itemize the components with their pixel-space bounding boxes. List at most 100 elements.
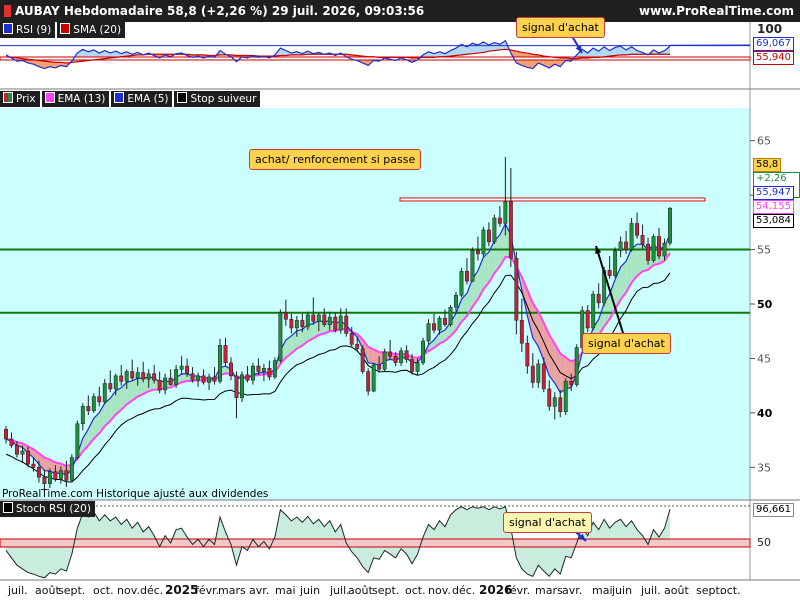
candle-body[interactable]: [585, 310, 590, 329]
candle-body[interactable]: [47, 471, 52, 484]
candle-body[interactable]: [135, 372, 140, 379]
candle-body[interactable]: [124, 371, 129, 382]
candle-body[interactable]: [454, 295, 458, 308]
candle-body[interactable]: [574, 347, 579, 385]
candle-body[interactable]: [657, 236, 661, 257]
candle-body[interactable]: [377, 364, 382, 370]
candle-body[interactable]: [333, 316, 338, 331]
candle-body[interactable]: [432, 323, 436, 331]
candle-body[interactable]: [201, 375, 206, 383]
candle-body[interactable]: [300, 320, 305, 328]
legend-price[interactable]: Prix: [0, 91, 40, 107]
candle-body[interactable]: [525, 342, 530, 367]
legend-sma[interactable]: SMA (20): [57, 22, 126, 38]
candle-body[interactable]: [563, 381, 568, 413]
candle-body[interactable]: [349, 333, 354, 345]
candle-body[interactable]: [322, 314, 327, 325]
candle-body[interactable]: [75, 423, 80, 458]
candle-body[interactable]: [371, 364, 376, 392]
candle-body[interactable]: [624, 241, 629, 250]
candle-body[interactable]: [393, 356, 398, 364]
candle-body[interactable]: [185, 365, 190, 374]
candle-body[interactable]: [261, 367, 266, 372]
candle-body[interactable]: [541, 363, 546, 390]
candle-body[interactable]: [250, 365, 255, 381]
candle-body[interactable]: [146, 373, 151, 380]
candle-body[interactable]: [629, 223, 634, 250]
callout-price-signal[interactable]: signal d'achat: [582, 333, 671, 354]
resistance-line[interactable]: [399, 197, 706, 202]
candle-body[interactable]: [470, 250, 475, 282]
candle-body[interactable]: [404, 350, 409, 360]
candle-body[interactable]: [459, 271, 464, 296]
candle-body[interactable]: [80, 406, 85, 425]
legend-stop[interactable]: Stop suiveur: [174, 91, 261, 107]
candle-body[interactable]: [234, 375, 239, 398]
candle-body[interactable]: [338, 315, 343, 331]
candle-body[interactable]: [130, 371, 135, 379]
candle-body[interactable]: [596, 293, 601, 304]
callout-stoch-signal[interactable]: signal d'achat: [503, 512, 592, 533]
candle-body[interactable]: [207, 376, 211, 383]
candle-body[interactable]: [437, 317, 442, 331]
candle-body[interactable]: [426, 323, 431, 342]
candle-body[interactable]: [168, 377, 173, 385]
candle-body[interactable]: [607, 269, 612, 276]
candle-body[interactable]: [218, 345, 222, 382]
candle-body[interactable]: [591, 293, 596, 329]
candle-body[interactable]: [31, 463, 36, 468]
candle-body[interactable]: [530, 365, 535, 383]
candle-body[interactable]: [102, 383, 107, 403]
candle-body[interactable]: [327, 316, 332, 325]
candle-body[interactable]: [465, 271, 469, 282]
candle-body[interactable]: [283, 312, 288, 320]
candle-body[interactable]: [558, 397, 563, 413]
candle-body[interactable]: [536, 363, 541, 383]
candle-body[interactable]: [448, 307, 453, 325]
candle-body[interactable]: [421, 340, 426, 364]
legend-ema5[interactable]: EMA (5): [111, 91, 173, 107]
candle-body[interactable]: [613, 250, 618, 276]
candle-body[interactable]: [503, 201, 508, 224]
candle-body[interactable]: [305, 314, 310, 328]
candle-body[interactable]: [492, 217, 497, 243]
callout-rsi-signal[interactable]: signal d'achat: [516, 17, 605, 38]
candle-body[interactable]: [4, 428, 8, 440]
candle-body[interactable]: [25, 450, 30, 465]
candle-body[interactable]: [514, 258, 519, 321]
candle-body[interactable]: [113, 375, 118, 390]
candle-body[interactable]: [267, 367, 272, 378]
candle-body[interactable]: [15, 445, 19, 455]
candle-body[interactable]: [662, 242, 667, 257]
candle-body[interactable]: [415, 362, 420, 372]
candle-body[interactable]: [163, 377, 168, 391]
candle-body[interactable]: [190, 373, 195, 381]
candle-body[interactable]: [174, 369, 179, 385]
candle-body[interactable]: [20, 450, 25, 455]
candle-body[interactable]: [486, 229, 491, 243]
candle-body[interactable]: [399, 350, 404, 364]
candle-body[interactable]: [108, 383, 113, 390]
candle-body[interactable]: [64, 470, 69, 481]
candle-body[interactable]: [212, 376, 217, 382]
candle-body[interactable]: [481, 229, 486, 255]
candle-body[interactable]: [651, 236, 656, 261]
candle-body[interactable]: [519, 320, 524, 344]
candle-body[interactable]: [569, 381, 574, 385]
legend-rsi[interactable]: RSI (9): [0, 22, 56, 38]
candle-body[interactable]: [640, 235, 645, 245]
candle-body[interactable]: [360, 348, 365, 372]
candle-body[interactable]: [141, 372, 146, 380]
candle-body[interactable]: [635, 223, 640, 236]
candle-body[interactable]: [179, 365, 184, 370]
candle-body[interactable]: [552, 397, 557, 407]
candle-body[interactable]: [475, 250, 480, 255]
candle-body[interactable]: [240, 374, 244, 398]
candle-body[interactable]: [366, 371, 371, 392]
chart-canvas[interactable]: 35404550556065: [0, 0, 800, 600]
candle-body[interactable]: [86, 406, 91, 411]
candle-body[interactable]: [256, 365, 261, 372]
candle-body[interactable]: [547, 388, 552, 407]
candle-body[interactable]: [382, 351, 387, 370]
candle-body[interactable]: [9, 438, 14, 446]
